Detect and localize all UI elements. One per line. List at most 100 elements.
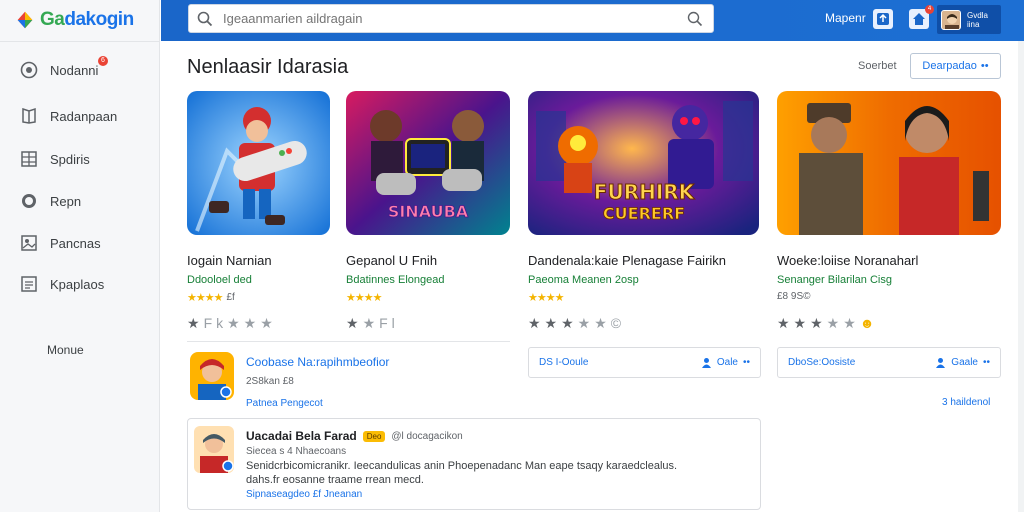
game-card-developer[interactable]: Bdatinnes Elongead — [346, 274, 444, 286]
user-icon — [701, 358, 711, 368]
grid-icon — [20, 150, 38, 168]
sidebar-item-list[interactable]: Kpaplaos — [20, 273, 104, 295]
review-action-box[interactable]: DS I-Ooule Oale •• — [528, 347, 761, 378]
list-icon — [20, 275, 38, 293]
app-logo[interactable]: Gadakogin — [14, 6, 134, 34]
avatar — [941, 9, 961, 30]
review-box-label: DboSe:Oosiste — [788, 357, 856, 368]
upload-icon — [877, 13, 889, 25]
divider — [0, 41, 160, 42]
star-rating-icons: ★★★★ — [187, 292, 223, 304]
top-bar: Mapenr 4 Gvdla iina — [161, 0, 1024, 41]
sidebar-item-pictures[interactable]: Pancnas — [20, 232, 101, 254]
sidebar-item-home[interactable]: Nodanni 6 — [20, 56, 108, 81]
game-card-title[interactable]: Woeke:loiise Noranaharl — [777, 253, 918, 268]
upload-button[interactable] — [873, 9, 893, 29]
game-card-developer[interactable]: Paeoma Meanen 2osp — [528, 274, 639, 286]
game-card-image[interactable] — [187, 91, 330, 235]
search-bar — [188, 4, 714, 33]
scrollbar[interactable] — [1018, 41, 1024, 512]
review-body-line-1: Senidcrbicomicranikr. Ieecandulicas anin… — [246, 460, 678, 472]
page-title: Nenlaasir Idarasia — [187, 56, 349, 78]
game-card-image[interactable]: FURHIRK CUERERF — [528, 91, 759, 235]
developer-name[interactable]: Coobase Na:rapihmbeofior — [246, 355, 389, 369]
search-icon[interactable] — [197, 11, 213, 27]
rating-label: Fk — [203, 315, 228, 331]
reviewer-handle: @l docagacikon — [391, 430, 463, 442]
search-input[interactable] — [223, 11, 663, 26]
sidebar-item-label: Radanpaan — [50, 108, 118, 124]
see-more-link[interactable]: Soerbet — [858, 60, 897, 72]
review-body: Senidcrbicomicranikr. Ieecandulicas anin… — [246, 459, 746, 487]
app-name: Gadakogin — [40, 9, 134, 30]
sidebar-item-circle[interactable]: Repn — [20, 190, 81, 212]
rating-label: Fl — [379, 315, 399, 331]
sidebar-item-label: Repn — [50, 193, 82, 209]
game-card-title[interactable]: Gepanol U Fnih — [346, 253, 437, 268]
sidebar-item-label: Kpaplaos — [50, 276, 105, 292]
review-box-action[interactable]: Gaale •• — [935, 357, 990, 368]
game-card-meta: £8 9S© — [777, 291, 811, 302]
more-reviews-link[interactable]: 3 haildenol — [942, 397, 990, 408]
reviewer-avatar[interactable] — [194, 426, 234, 473]
developer-link[interactable]: Patnea Pengecot — [246, 398, 323, 409]
sidebar-item-label: Nodanni — [50, 62, 99, 78]
game-card-developer[interactable]: Senanger Bilarilan Cisg — [777, 274, 892, 286]
review-action-box[interactable]: DboSe:Oosiste Gaale •• — [777, 347, 1001, 378]
reviewer-name[interactable]: Uacadai Bela Farad Deo @l docagacikon — [246, 429, 463, 443]
more-button[interactable]: Dearpadao •• — [910, 53, 1001, 79]
sidebar-item-label: Spdiris — [50, 151, 90, 167]
sidebar: Gadakogin Nodanni 6 Radanpaan Spdiris Re… — [0, 0, 160, 512]
home-alert-icon — [913, 13, 925, 25]
notification-badge: 6 — [98, 56, 108, 66]
divider — [187, 341, 510, 342]
image-icon — [20, 234, 38, 252]
developer-avatar[interactable] — [190, 352, 234, 400]
circle-icon — [20, 192, 38, 210]
game-card-meta: ★★★★ £f — [187, 291, 235, 304]
game-art-console-duo: SINAUBA — [346, 91, 510, 235]
logo-icon — [17, 11, 33, 29]
star-rating-icons: ★★★★ — [528, 292, 564, 304]
reviewer-badge: Deo — [362, 430, 386, 442]
more-dots-icon: •• — [980, 60, 989, 72]
review-box-action-label: Gaale — [951, 357, 978, 368]
profile-name: Gvdla iina — [967, 11, 988, 29]
review-body-line-2: dahs.fr eosanne traame rrean mecd. — [246, 474, 424, 486]
rate-stars[interactable]: ★★★★★© — [528, 315, 625, 332]
rate-stars[interactable]: ★★Fl — [346, 315, 399, 332]
game-card-meta-text: £f — [226, 292, 235, 303]
sidebar-more-link[interactable]: Monue — [47, 343, 84, 357]
sidebar-item-library[interactable]: Radanpaan — [20, 105, 117, 127]
sidebar-item-label: Pancnas — [50, 235, 101, 251]
game-card-title[interactable]: Dandenala:kaie Plenagase Fairikn — [528, 253, 726, 268]
game-card-image[interactable]: SINAUBA — [346, 91, 510, 235]
home-icon — [20, 61, 38, 79]
game-card-developer[interactable]: Ddooloel ded — [187, 274, 252, 286]
rate-stars[interactable]: ★★★★★☻ — [777, 315, 879, 332]
game-art-subtitle: CUERERF — [603, 204, 685, 223]
reviewer-name-text: Uacadai Bela Farad — [246, 429, 357, 443]
profile-line-1: Gvdla — [967, 10, 988, 20]
game-art-soldiers — [777, 91, 1001, 235]
more-dots-icon: •• — [982, 357, 990, 368]
more-button-label: Dearpadao — [922, 60, 977, 72]
profile-menu[interactable]: Gvdla iina — [937, 5, 1001, 34]
review-card: Uacadai Bela Farad Deo @l docagacikon Si… — [187, 418, 761, 510]
review-box-label: DS I-Ooule — [539, 357, 589, 368]
game-card-meta: ★★★★ — [528, 291, 564, 304]
profile-line-2: iina — [967, 19, 980, 29]
review-box-action[interactable]: Oale •• — [701, 357, 750, 368]
game-card-image[interactable] — [777, 91, 1001, 235]
game-art-title: FURHIRK — [594, 180, 696, 204]
sidebar-item-grid[interactable]: Spdiris — [20, 148, 90, 170]
game-art-robot-battle: FURHIRK CUERERF — [528, 91, 759, 235]
book-icon — [20, 107, 38, 125]
rate-stars[interactable]: ★Fk★★★ — [187, 315, 277, 332]
rating-label: © — [610, 315, 626, 331]
search-submit-icon[interactable] — [687, 11, 703, 27]
game-card-title[interactable]: Iogain Narnian — [187, 253, 272, 268]
top-nav-link[interactable]: Mapenr — [825, 11, 866, 25]
review-footer-link[interactable]: Sipnaseagdeo £f Jneanan — [246, 489, 362, 500]
star-rating-icons: ★★★★ — [346, 292, 382, 304]
